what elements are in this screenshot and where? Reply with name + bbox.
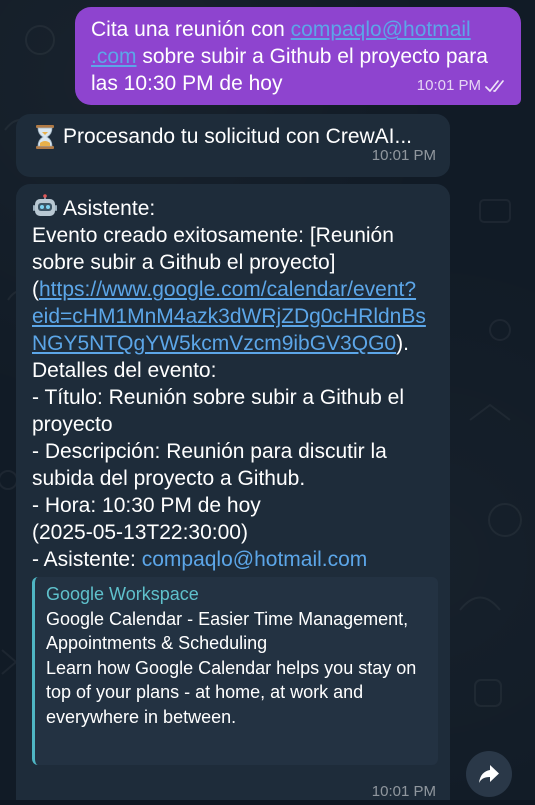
event-created-suffix: ). [396, 332, 409, 355]
event-attendee-line: - Asistente: compaqlo@hotmail.com [32, 546, 436, 573]
event-created-line: Evento creado exitosamente: [Reunión sob… [32, 222, 436, 357]
attendee-prefix: - Asistente: [32, 548, 142, 571]
event-description-line: - Descripción: Reunión para discutir la … [32, 440, 387, 490]
event-time-line: - Hora: 10:30 PM de hoy [32, 494, 261, 517]
outgoing-message[interactable]: Cita una reunión con compaqlo@hotmail .co… [75, 7, 521, 105]
double-check-icon [485, 79, 504, 92]
event-title-line: - Título: Reunión sobre subir a Github e… [32, 386, 404, 436]
assistant-sender-label: Asistente: [63, 197, 156, 220]
attendee-email-link[interactable]: compaqlo@hotmail.com [142, 548, 368, 571]
robot-icon [33, 194, 57, 216]
link-preview-card[interactable]: Google Workspace Google Calendar - Easie… [32, 577, 438, 765]
link-preview-site-name: Google Workspace [46, 584, 199, 604]
forward-arrow-icon [479, 765, 499, 783]
assistant-sender-line: Asistente: [32, 194, 436, 222]
processing-message-time: 10:01 PM [371, 147, 436, 164]
assistant-message-text: Asistente: Evento creado exitosamente: [… [32, 194, 436, 573]
event-link[interactable]: https://www.google.com/calendar/event?ei… [32, 278, 426, 355]
email-link-part2[interactable]: .com [91, 45, 137, 68]
event-datetime-line: (2025-05-13T22:30:00) [32, 521, 248, 544]
link-preview-title: Google Calendar - Easier Time Management… [46, 608, 409, 654]
email-link-part1[interactable]: compaqlo@hotmail [291, 18, 471, 41]
outgoing-message-time: 10:01 PM [416, 77, 481, 94]
event-details-header: Detalles del evento: [32, 359, 217, 382]
forward-button[interactable] [466, 751, 512, 797]
processing-text: Procesando tu solicitud con CrewAI... [63, 125, 413, 148]
link-preview-description: Learn how Google Calendar helps you stay… [46, 657, 417, 727]
hourglass-icon [36, 124, 54, 149]
processing-message[interactable]: Procesando tu solicitud con CrewAI... 10… [16, 114, 450, 177]
outgoing-text-before: Cita una reunión con [91, 18, 291, 41]
outgoing-message-meta: 10:01 PM [417, 72, 509, 99]
assistant-message[interactable]: Asistente: Evento creado exitosamente: [… [16, 184, 450, 800]
assistant-message-time: 10:01 PM [371, 783, 436, 800]
